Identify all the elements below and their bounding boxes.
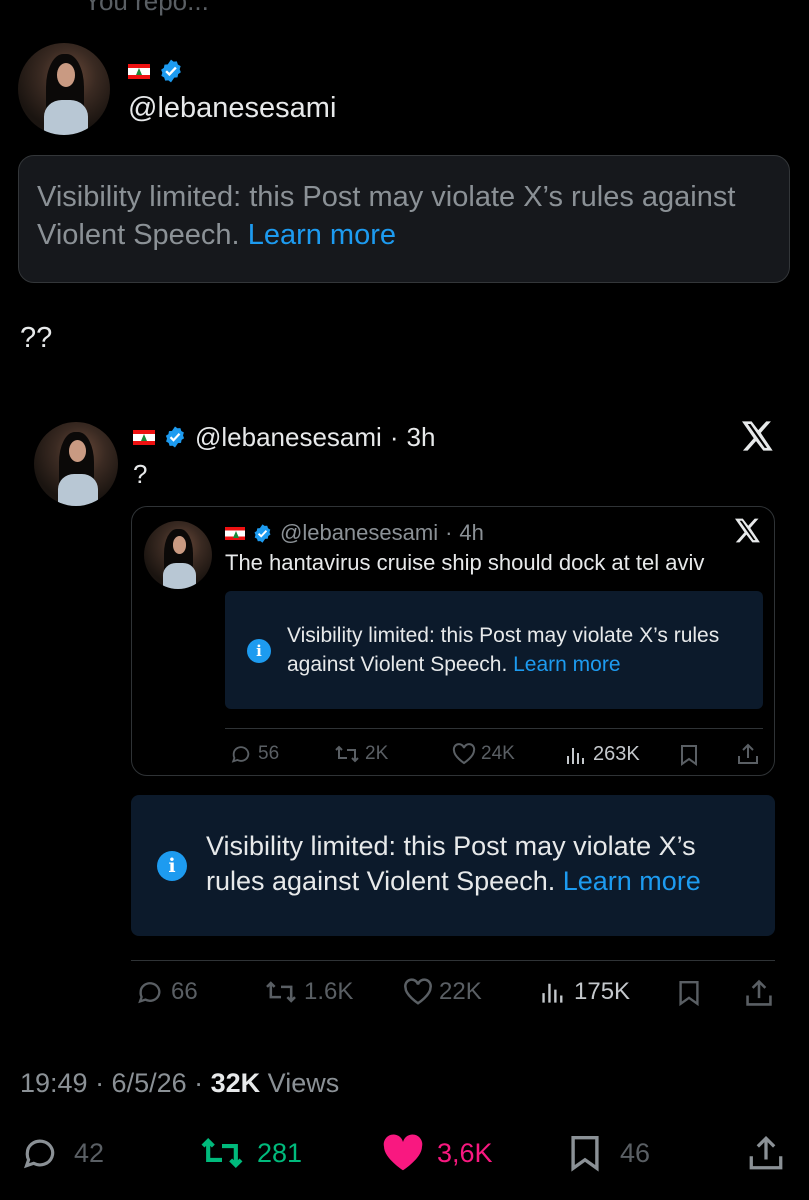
share-icon[interactable]	[748, 1134, 784, 1177]
reply-count: 42	[74, 1137, 105, 1168]
quoted-reply-count: 66	[171, 978, 198, 1005]
nested-reply-button[interactable]: 56	[229, 743, 279, 765]
share-icon[interactable]	[737, 743, 759, 770]
bookmark-count: 46	[620, 1137, 651, 1168]
verified-badge-icon	[165, 426, 185, 448]
visibility-notice: Visibility limited: this Post may violat…	[18, 155, 790, 283]
views-icon	[542, 983, 563, 1003]
reply-icon	[231, 746, 250, 763]
nested-reply-count: 56	[258, 743, 280, 764]
like-button[interactable]: 3,6K	[381, 1134, 493, 1172]
bookmark-button[interactable]: 46	[568, 1134, 650, 1172]
like-icon	[404, 978, 432, 1005]
post-body: ??	[20, 322, 53, 354]
x-logo-icon	[742, 421, 774, 456]
flag-lebanon-icon	[133, 429, 155, 445]
like-icon	[383, 1134, 423, 1171]
views-label: Views	[267, 1068, 340, 1098]
nested-handle[interactable]: @lebanesesami	[280, 520, 438, 546]
main-avatar[interactable]	[18, 43, 110, 135]
nested-views-button[interactable]: 263K	[565, 743, 640, 766]
divider	[131, 960, 775, 961]
nested-avatar[interactable]	[144, 521, 212, 589]
repost-icon	[201, 1137, 243, 1169]
post-timestamp[interactable]: 19:49 · 6/5/26 ·	[20, 1068, 211, 1098]
repost-button[interactable]: 281	[199, 1134, 302, 1172]
quoted-repost-count: 1.6K	[304, 978, 354, 1005]
share-icon[interactable]	[745, 979, 773, 1012]
info-icon: i	[247, 639, 271, 663]
nested-repost-button[interactable]: 2K	[334, 743, 388, 765]
reply-icon	[138, 982, 161, 1004]
bookmark-icon	[571, 1136, 599, 1172]
reply-button[interactable]: 42	[20, 1134, 104, 1172]
like-icon	[452, 743, 476, 765]
like-count: 3,6K	[437, 1137, 493, 1168]
quoted-views-button[interactable]: 175K	[540, 978, 630, 1006]
flag-lebanon-icon	[128, 63, 150, 79]
nested-views-count: 263K	[593, 743, 640, 765]
quoted-time: 3h	[406, 421, 436, 452]
separator-dot: ·	[445, 520, 453, 545]
quoted-handle[interactable]: @lebanesesami	[195, 422, 382, 453]
separator-dot: ·	[389, 421, 399, 452]
reply-icon	[23, 1139, 55, 1169]
views-count: 32K	[210, 1068, 261, 1098]
nested-repost-count: 2K	[365, 743, 389, 764]
repost-count: 281	[257, 1137, 303, 1168]
quoted-body: ?	[133, 459, 148, 489]
nested-time: 4h	[459, 520, 484, 545]
nested-like-button[interactable]: 24K	[452, 743, 515, 765]
bookmark-icon[interactable]	[679, 744, 699, 771]
learn-more-link[interactable]: Learn more	[563, 866, 701, 896]
views-icon	[567, 747, 584, 764]
learn-more-link[interactable]: Learn more	[248, 219, 396, 251]
quoted-avatar[interactable]	[34, 422, 118, 506]
x-logo-icon	[735, 518, 761, 548]
repost-icon	[335, 745, 359, 763]
verified-badge-icon	[254, 523, 271, 543]
main-handle[interactable]: @lebanesesami	[128, 92, 336, 125]
nested-body: The hantavirus cruise ship should dock a…	[225, 550, 705, 575]
divider	[225, 728, 763, 729]
verified-badge-icon	[161, 59, 181, 83]
quoted-like-count: 22K	[439, 978, 482, 1005]
quoted-repost-button[interactable]: 1.6K	[264, 978, 353, 1006]
repost-icon	[266, 981, 296, 1003]
top-cut-text: You repo...	[84, 0, 209, 16]
info-icon: i	[157, 851, 187, 881]
quoted-views-count: 175K	[574, 978, 631, 1005]
flag-lebanon-icon	[225, 526, 245, 540]
learn-more-link[interactable]: Learn more	[513, 653, 620, 676]
nested-like-count: 24K	[481, 743, 515, 764]
quoted-like-button[interactable]: 22K	[403, 978, 482, 1006]
quoted-reply-button[interactable]: 66	[135, 978, 198, 1006]
bookmark-icon[interactable]	[677, 979, 701, 1012]
nested-notice-text: Visibility limited: this Post may violat…	[287, 624, 720, 676]
